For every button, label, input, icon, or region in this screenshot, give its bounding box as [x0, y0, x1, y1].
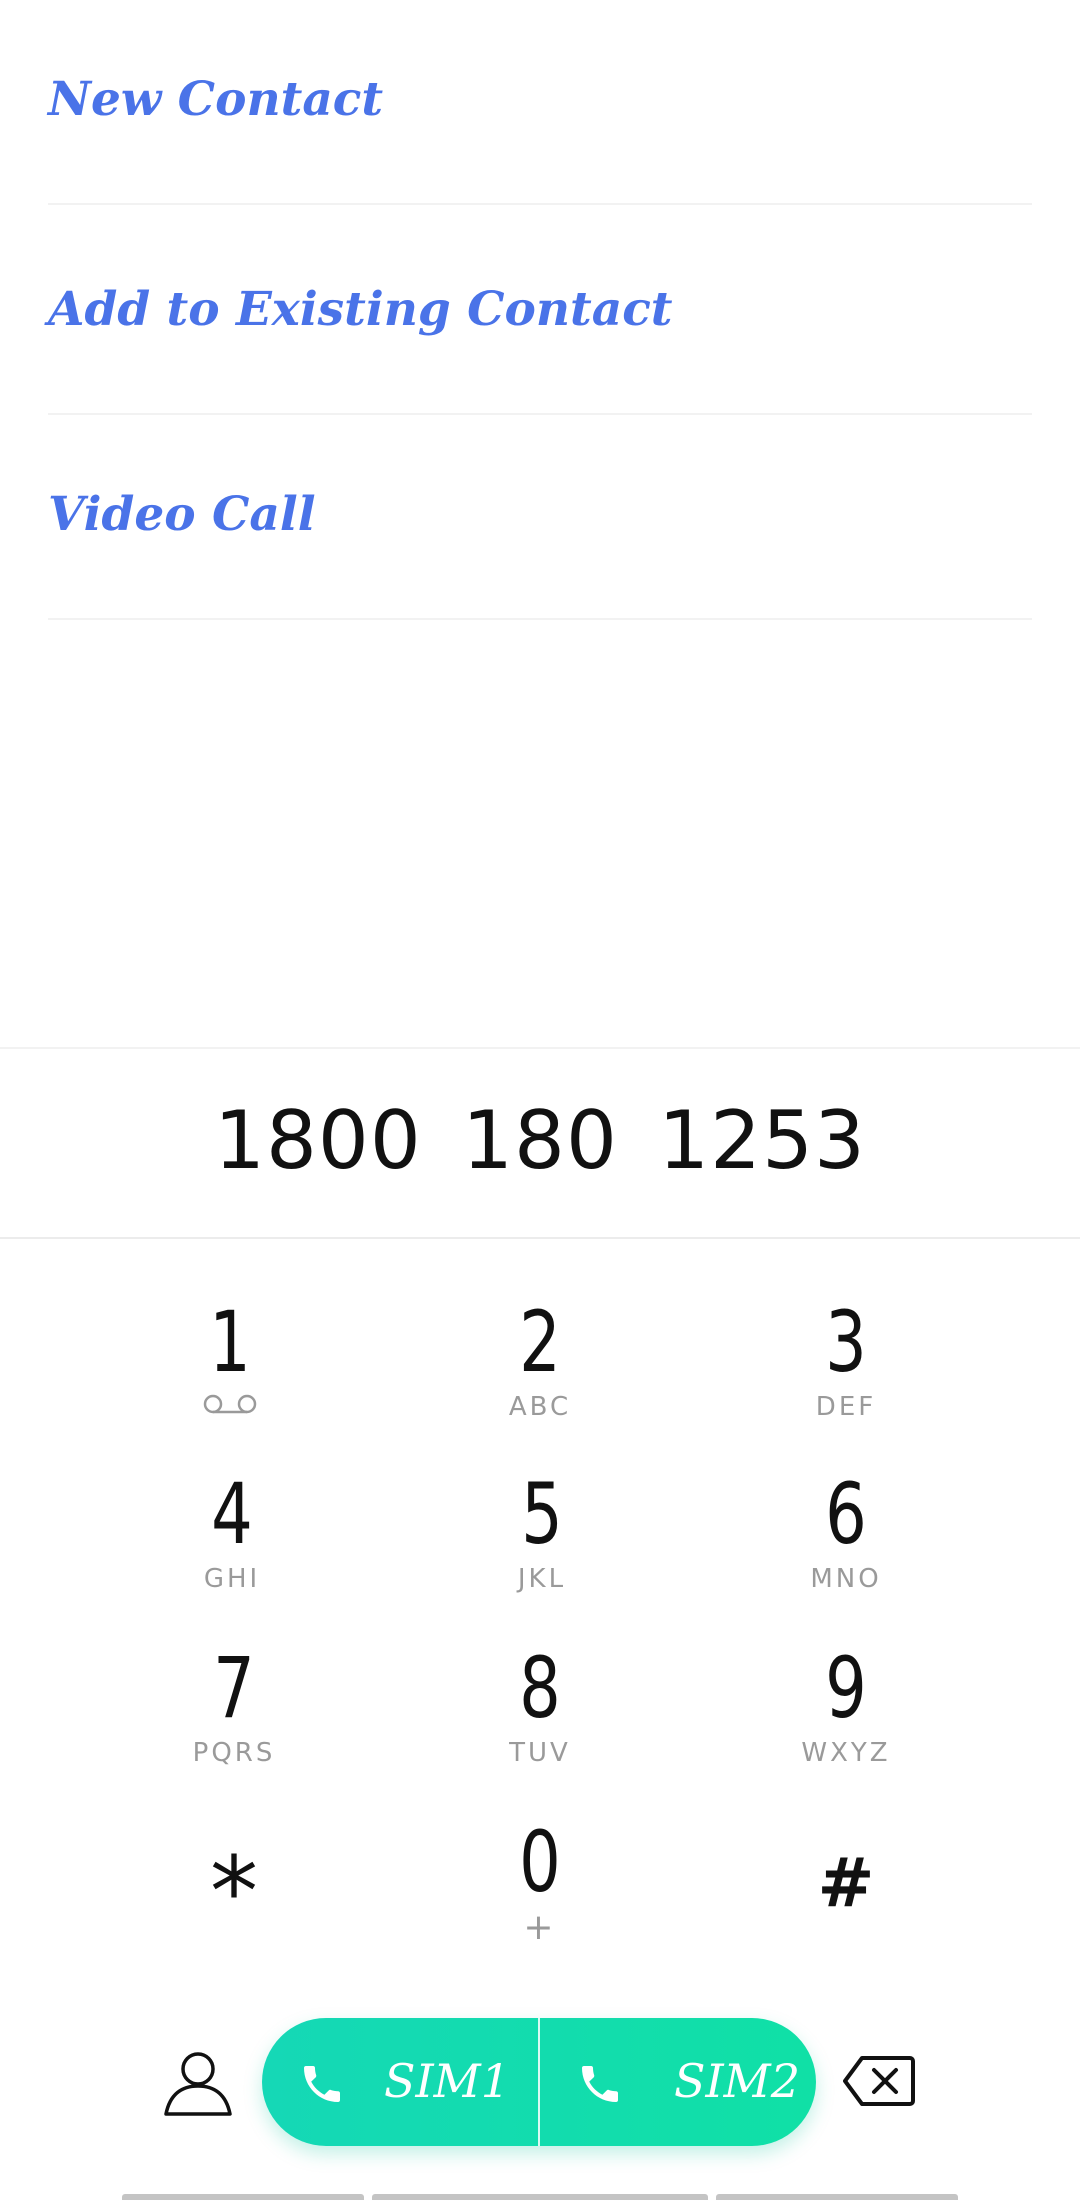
- video-call-label: Video Call: [48, 487, 316, 542]
- key-3-digit: 3: [825, 1293, 867, 1391]
- key-hash[interactable]: #: [726, 1810, 966, 1960]
- key-hash-symbol: #: [817, 1844, 875, 1923]
- key-9-letters: WXYZ: [801, 1738, 891, 1768]
- call-sim1-button[interactable]: SIM1: [262, 2018, 538, 2146]
- key-1-digit: 1: [209, 1293, 251, 1391]
- key-3-letters: DEF: [815, 1392, 877, 1422]
- key-6-letters: MNO: [810, 1564, 882, 1594]
- key-9-digit: 9: [825, 1639, 867, 1737]
- call-buttons-pill: SIM1 SIM2: [262, 2018, 816, 2146]
- dialed-number[interactable]: 1800 180 1253: [0, 1101, 1080, 1181]
- key-0-digit: 0: [519, 1813, 561, 1911]
- key-0-plus: +: [523, 1907, 557, 1948]
- dialer-screen: New Contact Add to Existing Contact Vide…: [0, 0, 1080, 2200]
- voicemail-icon: [203, 1394, 257, 1414]
- key-0[interactable]: 0 +: [420, 1810, 660, 1960]
- key-4-digit: 4: [211, 1465, 253, 1563]
- nav-bar-segment: [122, 2194, 364, 2200]
- key-5-letters: JKL: [517, 1564, 567, 1594]
- call-sim2-button[interactable]: SIM2: [540, 2018, 816, 2146]
- sim2-label: SIM2: [674, 2054, 801, 2108]
- person-icon[interactable]: [160, 2044, 236, 2120]
- key-8-digit: 8: [519, 1639, 561, 1737]
- key-3[interactable]: 3 DEF: [726, 1290, 966, 1440]
- key-2-letters: ABC: [508, 1392, 572, 1422]
- sim1-label: SIM1: [384, 2054, 511, 2108]
- phone-icon: [582, 2066, 618, 2102]
- key-5-digit: 5: [521, 1465, 563, 1563]
- key-star-symbol: *: [210, 1836, 258, 1948]
- backspace-icon[interactable]: [842, 2054, 916, 2108]
- add-to-existing-contact-option[interactable]: Add to Existing Contact: [48, 210, 1032, 415]
- key-6-digit: 6: [825, 1465, 867, 1563]
- key-7-digit: 7: [213, 1639, 255, 1737]
- key-9[interactable]: 9 WXYZ: [726, 1636, 966, 1786]
- new-contact-option[interactable]: New Contact: [48, 0, 1032, 205]
- key-2[interactable]: 2 ABC: [420, 1290, 660, 1440]
- key-7-letters: PQRS: [192, 1738, 276, 1768]
- nav-bar-segment: [372, 2194, 708, 2200]
- key-6[interactable]: 6 MNO: [726, 1462, 966, 1612]
- video-call-option[interactable]: Video Call: [48, 415, 1032, 620]
- key-7[interactable]: 7 PQRS: [114, 1636, 354, 1786]
- new-contact-label: New Contact: [48, 72, 384, 127]
- key-star[interactable]: *: [114, 1810, 354, 1960]
- key-1[interactable]: 1: [110, 1290, 350, 1440]
- key-8[interactable]: 8 TUV: [420, 1636, 660, 1786]
- key-8-letters: TUV: [509, 1738, 571, 1768]
- phone-icon: [304, 2066, 340, 2102]
- key-5[interactable]: 5 JKL: [422, 1462, 662, 1612]
- key-4-letters: GHI: [203, 1564, 261, 1594]
- call-action-bar: SIM1 SIM2: [0, 2018, 1080, 2146]
- number-display-area: 1800 180 1253: [0, 1047, 1080, 1239]
- add-to-existing-contact-label: Add to Existing Contact: [48, 282, 673, 337]
- key-2-digit: 2: [519, 1293, 561, 1391]
- key-4[interactable]: 4 GHI: [112, 1462, 352, 1612]
- nav-bar-segment: [716, 2194, 958, 2200]
